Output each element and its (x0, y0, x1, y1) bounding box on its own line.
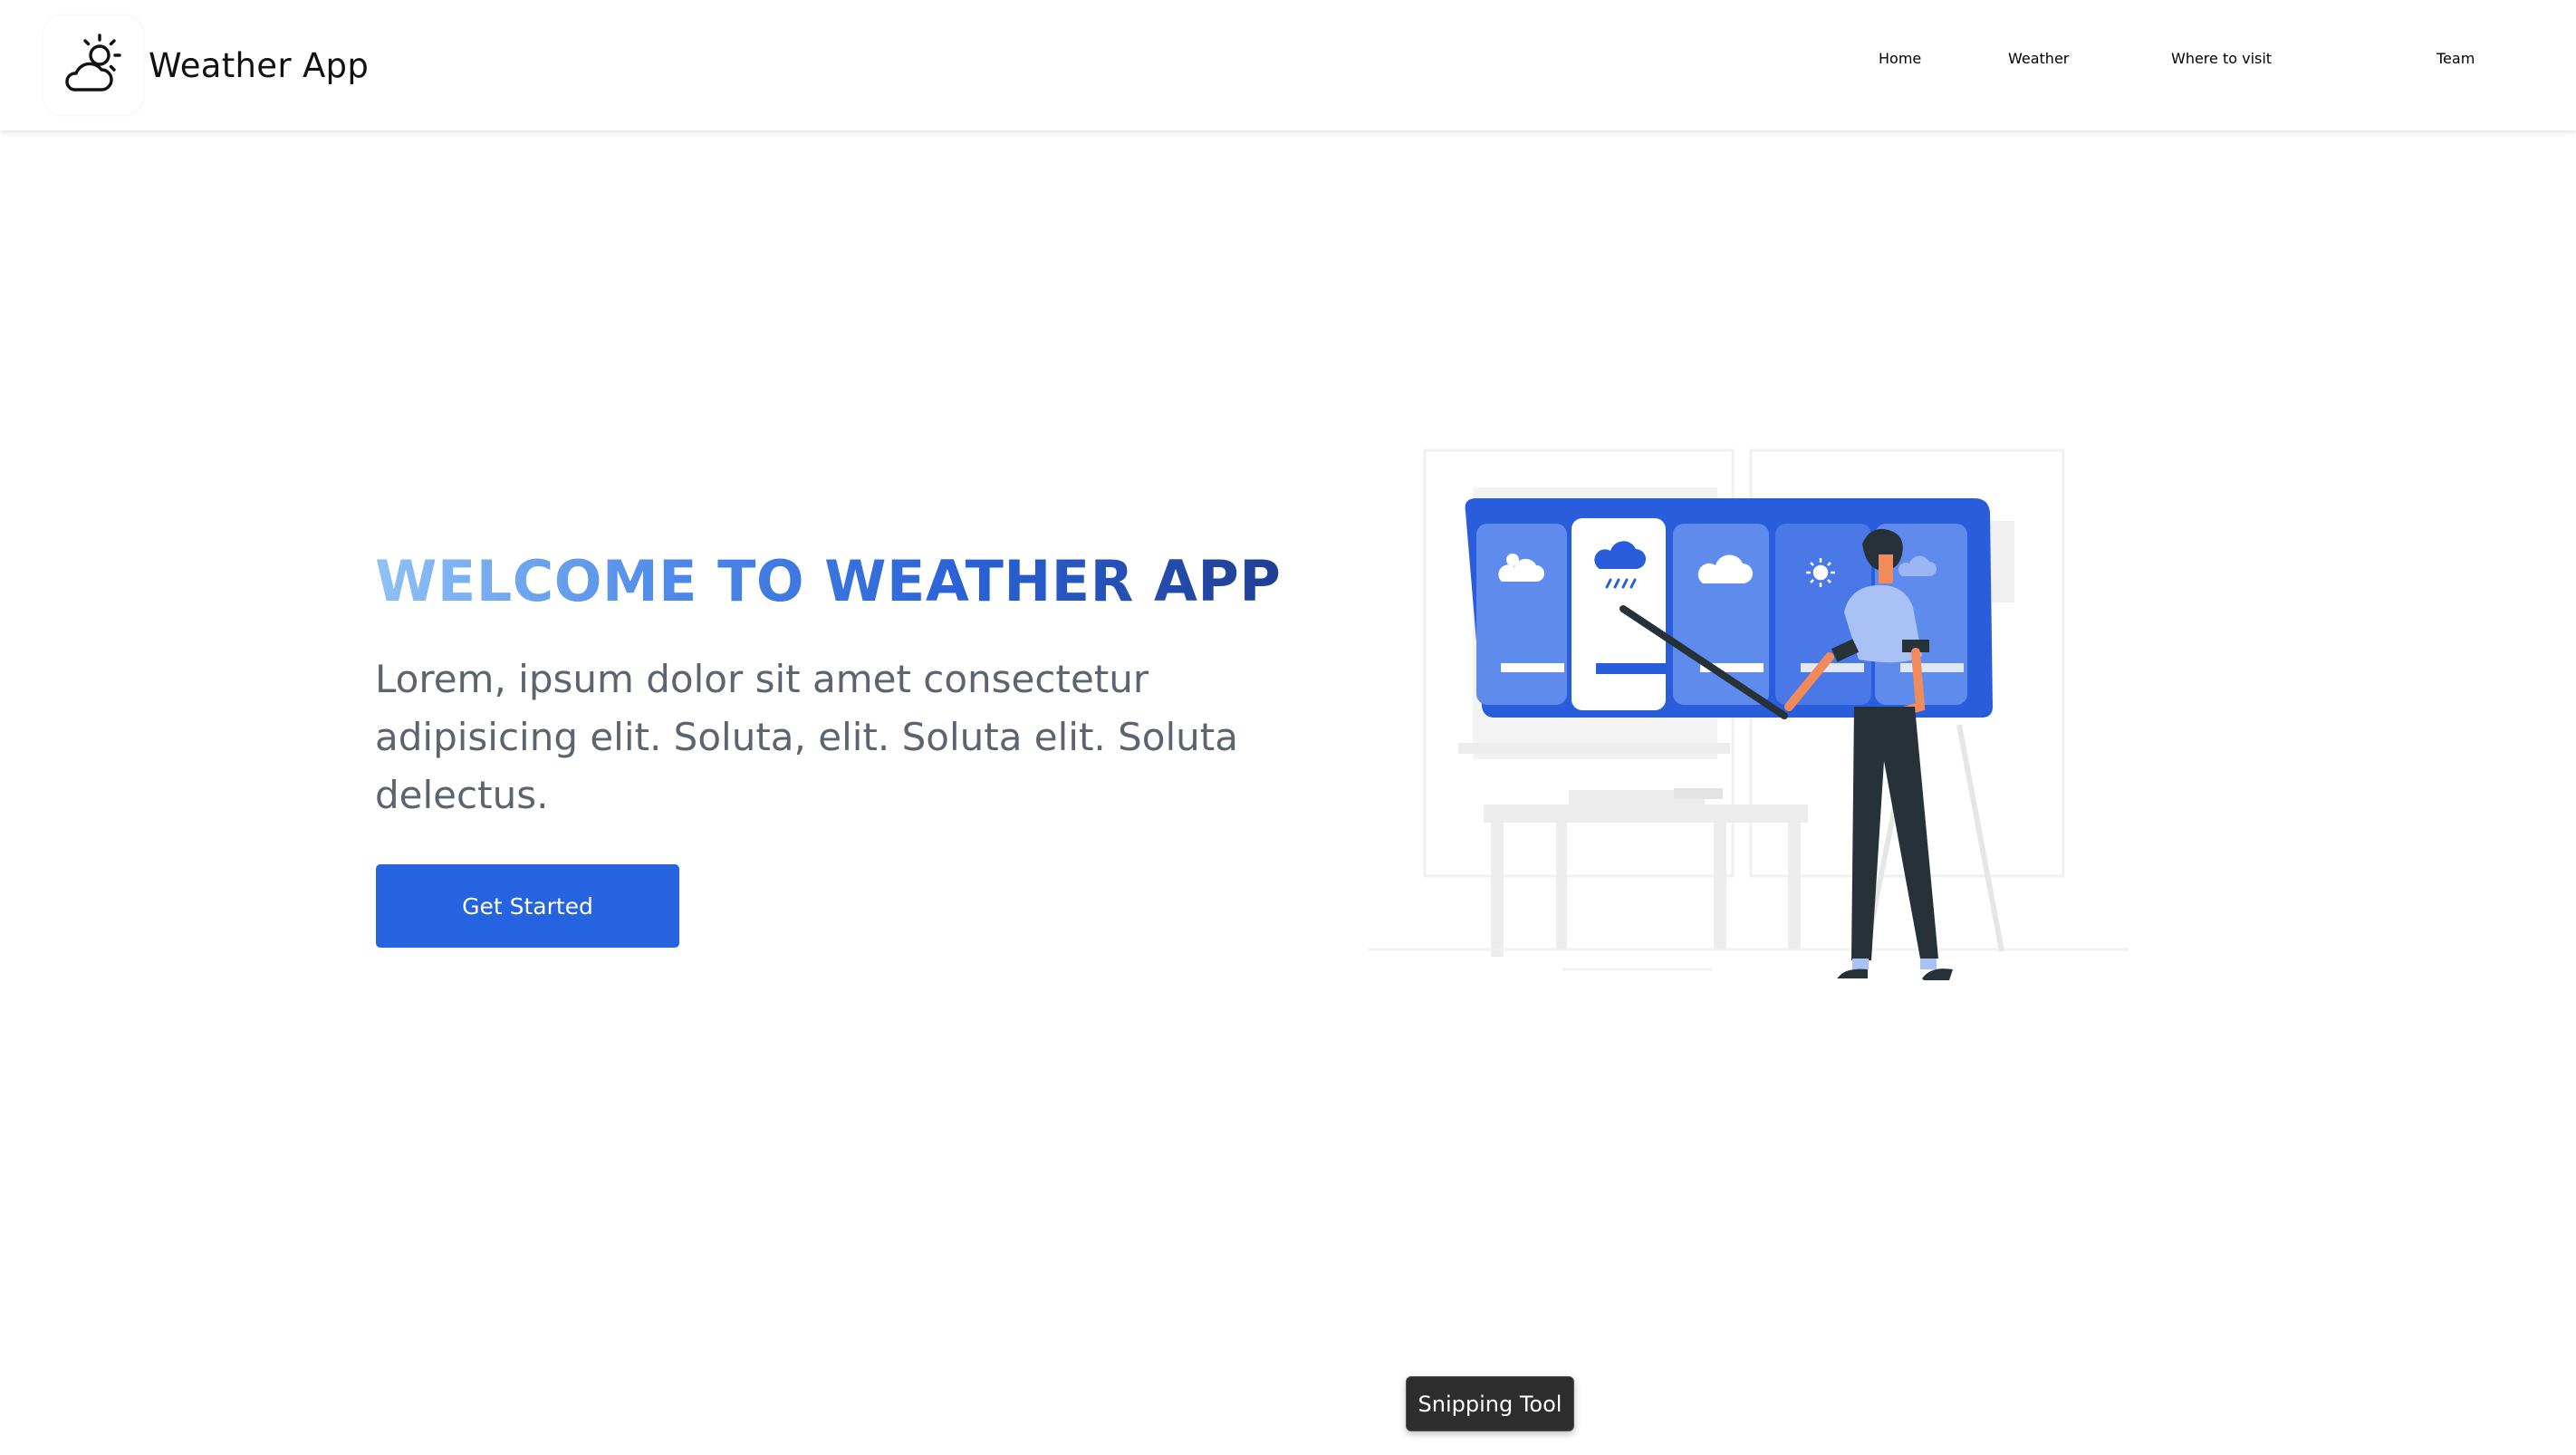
nav-team[interactable]: Team (2437, 50, 2475, 67)
main-nav: Home Weather Where to visit Team (1761, 0, 2576, 130)
hero-description: Lorem, ipsum dolor sit amet consectetur … (375, 657, 1238, 817)
brand[interactable]: Weather App (43, 15, 370, 115)
background-table (1484, 788, 1808, 957)
nav-home[interactable]: Home (1879, 50, 1921, 67)
weather-illustration (1359, 435, 2147, 1015)
cloud-sun-icon (43, 15, 143, 115)
hero-title: WELCOME TO WEATHER APP (375, 548, 1282, 614)
nav-weather[interactable]: Weather (2008, 50, 2069, 67)
get-started-button[interactable]: Get Started (376, 864, 679, 948)
navbar: Weather App Home Weather Where to visit … (0, 0, 2576, 130)
weather-board (1465, 498, 1993, 718)
snipping-tool-tooltip: Snipping Tool (1406, 1376, 1574, 1431)
nav-where-to-visit[interactable]: Where to visit (2171, 50, 2272, 67)
brand-title: Weather App (149, 45, 370, 85)
